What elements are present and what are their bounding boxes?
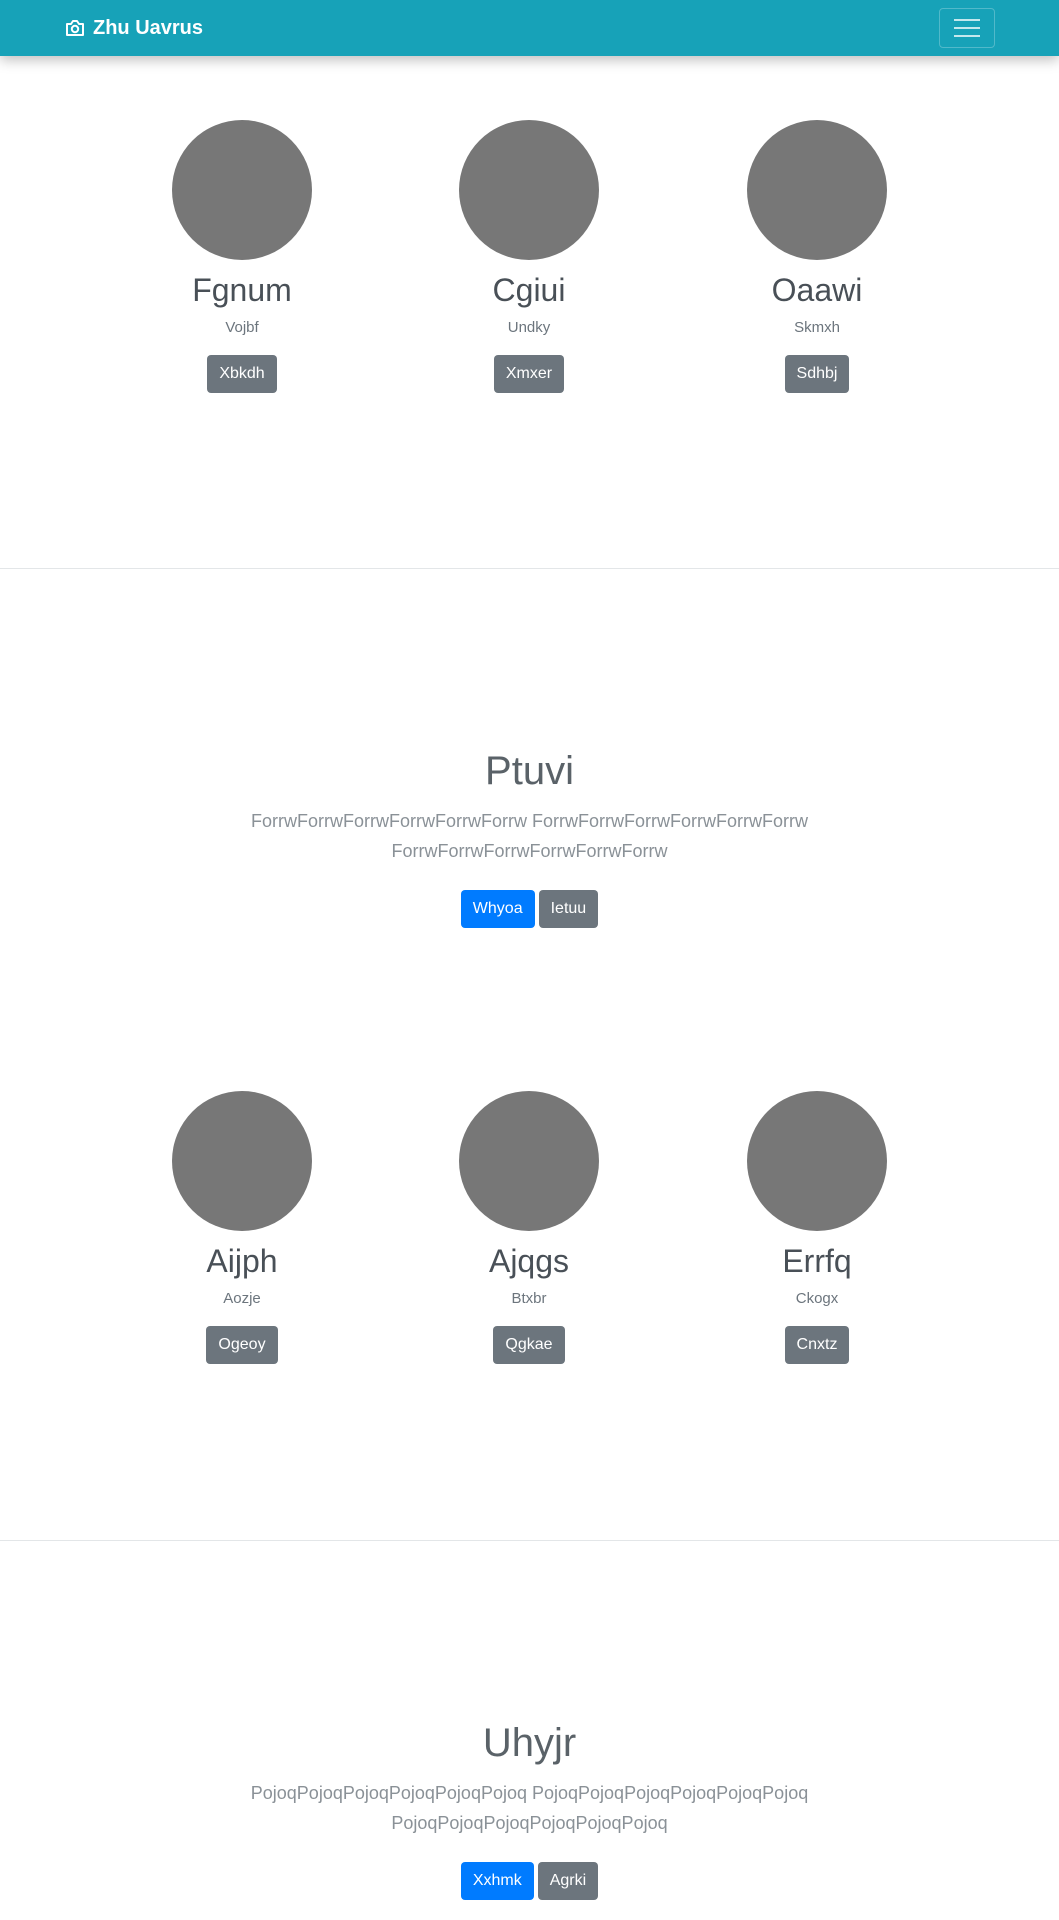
avatar bbox=[459, 120, 599, 260]
camera-icon bbox=[65, 19, 85, 37]
avatar bbox=[172, 120, 312, 260]
card-button[interactable]: Ogeoy bbox=[206, 1326, 278, 1364]
card-subtitle: Aozje bbox=[223, 1290, 261, 1307]
avatar bbox=[747, 1091, 887, 1231]
hero-section-1: Ptuvi ForrwForrwForrwForrwForrwForrw For… bbox=[0, 746, 1059, 928]
hero-buttons: Xxhmk Agrki bbox=[0, 1862, 1059, 1900]
card-subtitle: Ckogx bbox=[795, 1290, 839, 1307]
card-name: Oaawi bbox=[771, 272, 863, 308]
navbar-toggle-button[interactable] bbox=[939, 8, 995, 48]
profile-card: Ajqgs Btxbr Qgkae bbox=[385, 1091, 673, 1364]
brand-link[interactable]: Zhu Uavrus bbox=[65, 14, 203, 42]
card-button[interactable]: Xmxer bbox=[493, 355, 565, 393]
card-button[interactable]: Qgkae bbox=[493, 1326, 565, 1364]
card-button[interactable]: Xbkdh bbox=[207, 355, 277, 393]
brand-title: Zhu Uavrus bbox=[93, 17, 204, 39]
card-subtitle: Skmxh bbox=[794, 319, 840, 336]
card-button[interactable]: Cnxtz bbox=[784, 1326, 850, 1364]
avatar bbox=[172, 1091, 312, 1231]
section-divider bbox=[0, 1540, 1059, 1541]
profile-card: Aijph Aozje Ogeoy bbox=[98, 1091, 386, 1364]
album-section-1: Fgnum Vojbf Xbkdh Cgiui Undky Xmxer Oaaw… bbox=[0, 120, 1059, 450]
album-section-2: Aijph Aozje Ogeoy Ajqgs Btxbr Qgkae Errf… bbox=[0, 1091, 1059, 1421]
hamburger-menu-icon bbox=[954, 19, 980, 21]
card-subtitle: Vojbf bbox=[225, 319, 259, 336]
hero-text: PojoqPojoqPojoqPojoqPojoqPojoq PojoqPojo… bbox=[250, 1783, 809, 1833]
card-name: Cgiui bbox=[492, 272, 566, 308]
card-name: Aijph bbox=[206, 1243, 278, 1279]
card-subtitle: Undky bbox=[507, 319, 551, 336]
card-name: Errfq bbox=[782, 1243, 852, 1279]
hero-primary-button[interactable]: Whyoa bbox=[460, 890, 535, 928]
card-name: Fgnum bbox=[192, 272, 292, 308]
section-divider bbox=[0, 568, 1059, 569]
profile-card: Errfq Ckogx Cnxtz bbox=[673, 1091, 961, 1364]
navbar: Zhu Uavrus bbox=[0, 0, 1059, 56]
hero-secondary-button[interactable]: Agrki bbox=[537, 1862, 599, 1900]
profile-card: Oaawi Skmxh Sdhbj bbox=[673, 120, 961, 393]
hero-secondary-button[interactable]: Ietuu bbox=[538, 890, 599, 928]
hero-title: Ptuvi bbox=[485, 749, 574, 793]
hero-title: Uhyjr bbox=[482, 1721, 577, 1765]
profile-card: Fgnum Vojbf Xbkdh bbox=[98, 120, 386, 393]
profile-card: Cgiui Undky Xmxer bbox=[385, 120, 673, 393]
card-name: Ajqgs bbox=[488, 1243, 570, 1279]
hero-section-2: Uhyjr PojoqPojoqPojoqPojoqPojoqPojoq Poj… bbox=[0, 1718, 1059, 1900]
avatar bbox=[459, 1091, 599, 1231]
hero-primary-button[interactable]: Xxhmk bbox=[460, 1862, 534, 1900]
hero-text: ForrwForrwForrwForrwForrwForrw ForrwForr… bbox=[251, 811, 808, 861]
card-button[interactable]: Sdhbj bbox=[784, 355, 850, 393]
hero-buttons: Whyoa Ietuu bbox=[0, 890, 1059, 928]
avatar bbox=[747, 120, 887, 260]
card-subtitle: Btxbr bbox=[511, 1290, 547, 1307]
